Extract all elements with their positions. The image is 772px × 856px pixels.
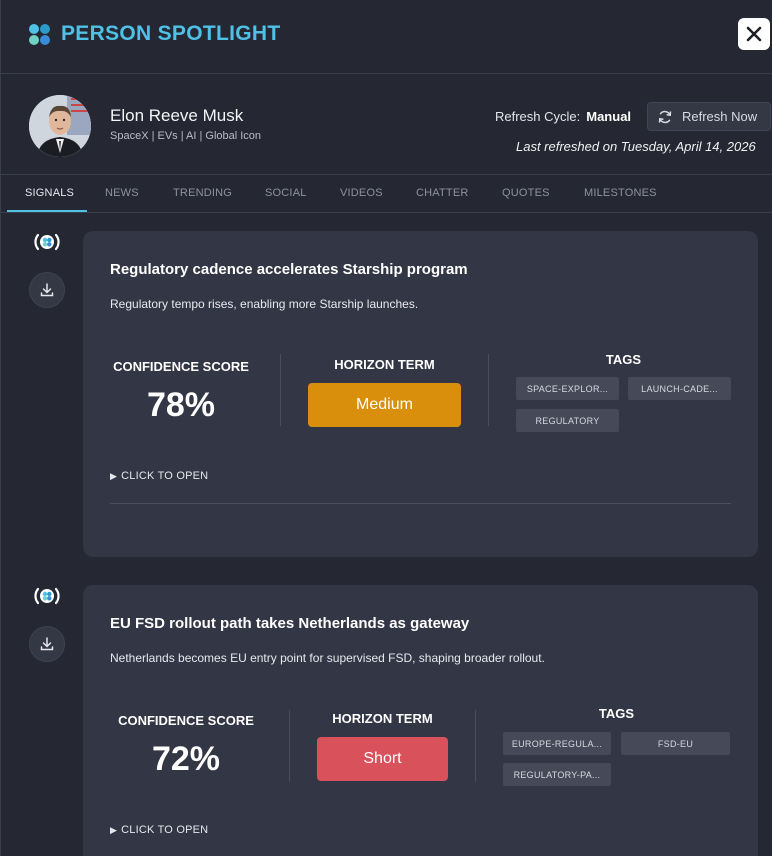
tab-news[interactable]: NEWS bbox=[105, 175, 139, 213]
signal-summary: Regulatory tempo rises, enabling more St… bbox=[110, 297, 419, 311]
tag-chip[interactable]: REGULATORY bbox=[516, 409, 619, 432]
tags-label: TAGS bbox=[598, 706, 635, 721]
expand-triangle-icon: ▶ bbox=[110, 471, 118, 481]
tag-chip[interactable]: REGULATORY-PA... bbox=[503, 763, 611, 786]
tag-chip[interactable]: LAUNCH-CADE... bbox=[628, 377, 731, 400]
person-name: Elon Reeve Musk bbox=[110, 106, 244, 125]
tab-milestones[interactable]: MILESTONES bbox=[584, 175, 657, 213]
signal-logo-icon bbox=[29, 224, 65, 260]
horizon-term-badge: Short bbox=[317, 737, 448, 781]
person-subtitle: SpaceX | EVs | AI | Global Icon bbox=[110, 130, 262, 142]
confidence-score-label: CONFIDENCE SCORE bbox=[118, 713, 254, 728]
refresh-cycle-value[interactable]: Manual bbox=[586, 109, 631, 124]
signal-card: EU FSD rollout path takes Netherlands as… bbox=[83, 585, 758, 856]
profile-section: Elon Reeve Musk SpaceX | EVs | AI | Glob… bbox=[1, 75, 772, 174]
metric-divider bbox=[488, 354, 489, 426]
close-icon bbox=[746, 26, 762, 42]
refresh-icon bbox=[658, 110, 672, 123]
metric-divider bbox=[475, 710, 476, 782]
tags-label: TAGS bbox=[605, 352, 642, 367]
horizon-term-label: HORIZON TERM bbox=[334, 357, 435, 372]
card-divider bbox=[110, 503, 731, 504]
click-to-open-toggle[interactable]: ▶ CLICK TO OPEN bbox=[110, 824, 208, 836]
signal-summary: Netherlands becomes EU entry point for s… bbox=[110, 651, 545, 665]
tab-bar: SIGNALS NEWS TRENDING SOCIAL VIDEOS CHAT… bbox=[1, 174, 772, 213]
signal-title: EU FSD rollout path takes Netherlands as… bbox=[110, 615, 470, 632]
tab-social[interactable]: SOCIAL bbox=[265, 175, 307, 213]
tab-trending[interactable]: TRENDING bbox=[173, 175, 232, 213]
tab-videos[interactable]: VIDEOS bbox=[340, 175, 383, 213]
person-spotlight-panel: PERSON SPOTLIGHT Elon Reeve Musk SpaceX … bbox=[0, 0, 772, 856]
metric-divider bbox=[280, 354, 281, 426]
panel-title: PERSON SPOTLIGHT bbox=[61, 22, 281, 45]
download-button[interactable] bbox=[29, 626, 65, 662]
expand-triangle-icon: ▶ bbox=[110, 825, 118, 835]
refresh-cycle-label: Refresh Cycle: bbox=[495, 109, 581, 124]
download-icon bbox=[40, 283, 54, 297]
signal-logo-icon bbox=[29, 578, 65, 614]
signal-title: Regulatory cadence accelerates Starship … bbox=[110, 261, 468, 278]
tab-chatter[interactable]: CHATTER bbox=[416, 175, 469, 213]
horizon-term-label: HORIZON TERM bbox=[332, 711, 433, 726]
spotlight-logo-icon bbox=[29, 24, 51, 46]
confidence-score-label: CONFIDENCE SCORE bbox=[113, 359, 249, 374]
confidence-score-value: 78% bbox=[146, 386, 216, 424]
refresh-now-label: Refresh Now bbox=[682, 109, 758, 124]
click-to-open-toggle[interactable]: ▶ CLICK TO OPEN bbox=[110, 470, 208, 482]
refresh-now-button[interactable]: Refresh Now bbox=[647, 102, 771, 131]
tab-quotes[interactable]: QUOTES bbox=[502, 175, 550, 213]
tag-chip[interactable]: SPACE-EXPLOR... bbox=[516, 377, 619, 400]
panel-header: PERSON SPOTLIGHT bbox=[1, 0, 772, 74]
tag-chip[interactable]: EUROPE-REGULA... bbox=[503, 732, 611, 755]
active-tab-indicator bbox=[7, 210, 87, 212]
tag-chip[interactable]: FSD-EU bbox=[621, 732, 730, 755]
tab-signals[interactable]: SIGNALS bbox=[25, 175, 74, 213]
avatar bbox=[29, 95, 91, 157]
close-button[interactable] bbox=[738, 18, 770, 50]
horizon-term-badge: Medium bbox=[308, 383, 461, 427]
refresh-cycle: Refresh Cycle: Manual bbox=[495, 109, 631, 124]
download-icon bbox=[40, 637, 54, 651]
confidence-score-value: 72% bbox=[151, 740, 221, 778]
signal-card: Regulatory cadence accelerates Starship … bbox=[83, 231, 758, 557]
click-to-open-label: CLICK TO OPEN bbox=[121, 824, 209, 836]
click-to-open-label: CLICK TO OPEN bbox=[121, 470, 209, 482]
metric-divider bbox=[289, 710, 290, 782]
download-button[interactable] bbox=[29, 272, 65, 308]
last-refreshed-text: Last refreshed on Tuesday, April 14, 202… bbox=[516, 139, 756, 154]
